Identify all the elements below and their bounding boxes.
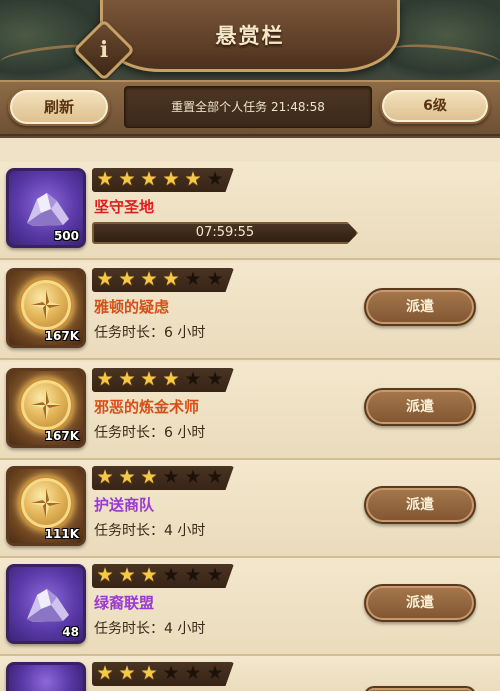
star-empty-icon: ★	[184, 466, 202, 488]
reward-frame	[6, 662, 86, 691]
star-empty-icon: ★	[184, 662, 202, 684]
purple-crystal-icon	[27, 193, 69, 226]
task-timer: 07:59:55	[92, 222, 358, 244]
task-row: 111K ★ ★ ★ ★ ★ ★ 护送商队 任务时长：4 小时 派遣	[0, 460, 500, 558]
task-name: 绿裔联盟	[94, 594, 155, 612]
level-button[interactable]: 6级	[380, 88, 490, 124]
star-empty-icon: ★	[206, 168, 224, 190]
info-icon: i	[99, 37, 109, 63]
star-filled-icon: ★	[118, 268, 136, 290]
star-filled-icon: ★	[162, 368, 180, 390]
purple-crystal-icon	[27, 589, 69, 622]
reward-count: 167K	[44, 429, 79, 443]
star-filled-icon: ★	[140, 564, 158, 586]
star-rating: ★ ★ ★ ★ ★ ★	[92, 564, 234, 588]
star-empty-icon: ★	[184, 368, 202, 390]
title-plate: 悬赏栏	[100, 0, 400, 72]
reward-frame: 167K	[6, 268, 86, 348]
gold-coin-icon	[18, 277, 74, 333]
dispatch-button[interactable]: 派遣	[364, 486, 476, 524]
star-filled-icon: ★	[96, 268, 114, 290]
star-filled-icon: ★	[96, 564, 114, 586]
dispatch-button[interactable]: 派遣	[364, 584, 476, 622]
star-filled-icon: ★	[96, 662, 114, 684]
reward-count: 167K	[44, 329, 79, 343]
star-rating: ★ ★ ★ ★ ★ ★	[92, 662, 234, 686]
star-filled-icon: ★	[140, 368, 158, 390]
star-rating: ★ ★ ★ ★ ★ ★	[92, 168, 234, 192]
star-filled-icon: ★	[140, 662, 158, 684]
task-duration: 任务时长：4 小时	[94, 621, 206, 637]
star-rating: ★ ★ ★ ★ ★ ★	[92, 368, 234, 392]
task-duration: 任务时长：6 小时	[94, 325, 206, 341]
reward-frame: 111K	[6, 466, 86, 546]
star-filled-icon: ★	[162, 268, 180, 290]
star-filled-icon: ★	[140, 168, 158, 190]
task-row: 500 ★ ★ ★ ★ ★ ★ 坚守圣地 07:59:55	[0, 162, 500, 260]
gold-coin-icon	[18, 475, 74, 531]
task-name: 雅顿的疑虑	[94, 298, 170, 316]
star-filled-icon: ★	[118, 662, 136, 684]
task-row: 167K ★ ★ ★ ★ ★ ★ 雅顿的疑虑 任务时长：6 小时 派遣	[0, 262, 500, 360]
task-row: 48 ★ ★ ★ ★ ★ ★ 绿裔联盟 任务时长：4 小时 派遣	[0, 558, 500, 656]
reset-timer-display: 重置全部个人任务 21:48:58	[124, 86, 372, 128]
dispatch-button[interactable]: 派遣	[364, 388, 476, 426]
dispatch-button[interactable]: 派遣	[364, 288, 476, 326]
reward-frame: 500	[6, 168, 86, 248]
refresh-button[interactable]: 刷新	[8, 88, 110, 126]
reward-count: 500	[53, 229, 79, 243]
star-filled-icon: ★	[96, 368, 114, 390]
task-duration: 任务时长：4 小时	[94, 523, 206, 539]
star-empty-icon: ★	[162, 564, 180, 586]
task-duration: 任务时长：6 小时	[94, 425, 206, 441]
star-filled-icon: ★	[118, 368, 136, 390]
task-name: 坚守圣地	[94, 198, 155, 216]
star-rating: ★ ★ ★ ★ ★ ★	[92, 466, 234, 490]
star-filled-icon: ★	[118, 564, 136, 586]
reward-count: 111K	[44, 527, 79, 541]
star-filled-icon: ★	[118, 466, 136, 488]
reward-frame: 167K	[6, 368, 86, 448]
star-filled-icon: ★	[140, 268, 158, 290]
star-empty-icon: ★	[162, 466, 180, 488]
star-empty-icon: ★	[206, 466, 224, 488]
page-title: 悬赏栏	[215, 24, 285, 48]
star-empty-icon: ★	[162, 662, 180, 684]
star-empty-icon: ★	[206, 662, 224, 684]
star-empty-icon: ★	[184, 564, 202, 586]
task-name: 邪恶的炼金术师	[94, 398, 200, 416]
task-row: 167K ★ ★ ★ ★ ★ ★ 邪恶的炼金术师 任务时长：6 小时 派遣	[0, 362, 500, 460]
star-filled-icon: ★	[96, 168, 114, 190]
star-filled-icon: ★	[118, 168, 136, 190]
star-empty-icon: ★	[206, 368, 224, 390]
star-rating: ★ ★ ★ ★ ★ ★	[92, 268, 234, 292]
star-empty-icon: ★	[184, 268, 202, 290]
star-filled-icon: ★	[96, 466, 114, 488]
reward-count: 48	[62, 625, 79, 639]
reward-frame: 48	[6, 564, 86, 644]
star-empty-icon: ★	[206, 268, 224, 290]
star-filled-icon: ★	[162, 168, 180, 190]
star-empty-icon: ★	[206, 564, 224, 586]
task-name: 护送商队	[94, 496, 155, 514]
star-filled-icon: ★	[140, 466, 158, 488]
gold-coin-icon	[18, 377, 74, 433]
dispatch-button[interactable]	[364, 686, 476, 691]
star-filled-icon: ★	[184, 168, 202, 190]
task-row: ★ ★ ★ ★ ★ ★	[0, 656, 500, 691]
